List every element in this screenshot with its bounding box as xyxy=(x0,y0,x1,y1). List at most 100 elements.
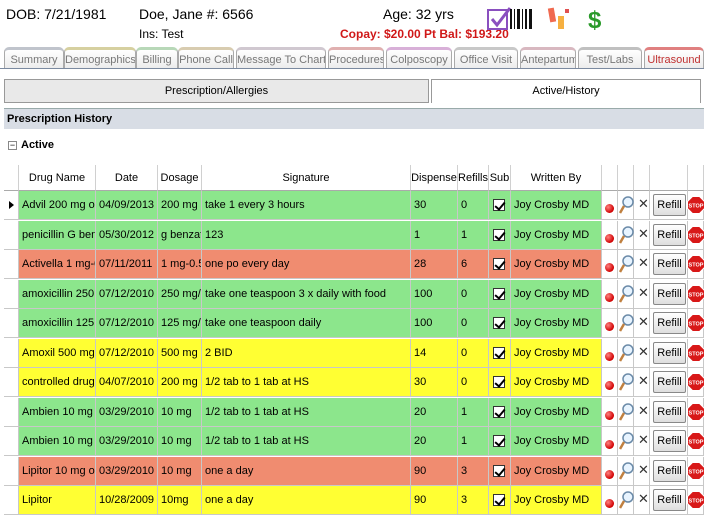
magnifier-icon[interactable] xyxy=(619,461,635,481)
table-row[interactable]: Ambien 10 mg or03/29/201010 mg1/2 tab to… xyxy=(4,427,704,456)
tab-antepartum[interactable]: Antepartum xyxy=(520,47,576,68)
substitution-checkbox[interactable] xyxy=(493,376,505,389)
column-header-signature[interactable]: Signature xyxy=(202,165,411,191)
tab-summary[interactable]: Summary xyxy=(4,47,64,68)
magnifier-icon[interactable] xyxy=(619,284,635,304)
table-row[interactable]: penicillin G benza05/30/2012g benzath123… xyxy=(4,220,704,250)
delete-x-icon[interactable]: ✕ xyxy=(638,461,649,479)
substitution-checkbox[interactable] xyxy=(493,287,505,300)
red-dot-icon[interactable] xyxy=(605,204,614,213)
column-header-written-by[interactable]: Written By xyxy=(511,165,602,191)
delete-x-icon[interactable]: ✕ xyxy=(638,372,649,390)
table-row[interactable]: amoxicillin 250 m07/12/2010250 mg/5take … xyxy=(4,279,704,309)
tab-procedures[interactable]: Procedures xyxy=(328,47,384,68)
delete-x-icon[interactable]: ✕ xyxy=(638,343,649,361)
row-selector[interactable] xyxy=(4,309,19,338)
table-row[interactable]: Lipitor 10 mg oral03/29/201010 mgone a d… xyxy=(4,456,704,486)
delete-x-icon[interactable]: ✕ xyxy=(638,284,649,302)
magnifier-icon[interactable] xyxy=(619,195,635,215)
substitution-checkbox[interactable] xyxy=(493,405,505,418)
tab-ultrasound[interactable]: Ultrasound xyxy=(644,47,704,68)
stop-sign-icon[interactable]: STOP xyxy=(687,255,704,273)
stop-sign-icon[interactable]: STOP xyxy=(687,284,704,303)
delete-x-icon[interactable]: ✕ xyxy=(638,225,649,243)
refill-button[interactable]: Refill xyxy=(653,341,686,364)
row-selector[interactable] xyxy=(4,220,19,250)
row-selector[interactable] xyxy=(4,368,19,397)
red-dot-icon[interactable] xyxy=(605,292,614,302)
row-selector[interactable] xyxy=(4,279,19,309)
table-row[interactable]: amoxicillin 125 m07/12/2010125 mg/5take … xyxy=(4,309,704,338)
magnifier-icon[interactable] xyxy=(619,343,635,363)
substitution-checkbox[interactable] xyxy=(493,258,505,271)
table-row[interactable]: Ambien 10 mg or03/29/201010 mg1/2 tab to… xyxy=(4,397,704,427)
table-row[interactable]: Activella 1 mg-0.507/11/20111 mg-0.5one … xyxy=(4,250,704,279)
magnifier-icon[interactable] xyxy=(619,490,635,510)
refill-button[interactable]: Refill xyxy=(653,253,686,275)
column-header-refills[interactable]: Refills xyxy=(458,165,489,191)
refill-button[interactable]: Refill xyxy=(653,194,686,216)
stop-sign-icon[interactable]: STOP xyxy=(687,402,704,421)
refill-button[interactable]: Refill xyxy=(653,430,686,452)
substitution-checkbox[interactable] xyxy=(493,464,505,477)
magnifier-icon[interactable] xyxy=(619,313,635,333)
magnifier-icon[interactable] xyxy=(619,254,635,274)
delete-x-icon[interactable]: ✕ xyxy=(638,313,649,331)
red-dot-icon[interactable] xyxy=(605,351,614,361)
stop-sign-icon[interactable]: STOP xyxy=(687,491,704,509)
active-group-header[interactable]: − Active xyxy=(4,134,704,156)
stop-sign-icon[interactable]: STOP xyxy=(687,314,704,332)
red-dot-icon[interactable] xyxy=(605,322,614,331)
row-selector[interactable] xyxy=(4,456,19,486)
stop-sign-icon[interactable]: STOP xyxy=(687,432,704,450)
substitution-checkbox[interactable] xyxy=(493,199,505,212)
delete-x-icon[interactable]: ✕ xyxy=(638,490,649,508)
delete-x-icon[interactable]: ✕ xyxy=(638,254,649,272)
column-header-sub[interactable]: Sub xyxy=(489,165,511,191)
row-selector[interactable] xyxy=(4,250,19,279)
refill-button[interactable]: Refill xyxy=(653,459,686,482)
stop-sign-icon[interactable]: STOP xyxy=(687,373,704,391)
delete-x-icon[interactable]: ✕ xyxy=(638,431,649,449)
stop-sign-icon[interactable]: STOP xyxy=(687,196,704,214)
tab-billing[interactable]: Billing xyxy=(136,47,178,68)
refill-button[interactable]: Refill xyxy=(653,312,686,334)
tab-message-to-chart[interactable]: Message To Chart xyxy=(236,47,326,68)
row-selector[interactable] xyxy=(4,338,19,368)
column-header-dispense[interactable]: Dispense xyxy=(411,165,458,191)
stop-sign-icon[interactable]: STOP xyxy=(687,225,704,244)
column-header-date[interactable]: Date xyxy=(96,165,158,191)
tab-office-visit[interactable]: Office Visit xyxy=(454,47,518,68)
magnifier-icon[interactable] xyxy=(619,402,635,422)
refill-button[interactable]: Refill xyxy=(653,400,686,423)
table-row[interactable]: controlled drug 04/07/2010 200 mg 1/2 tab t… xyxy=(4,368,704,397)
tab-test-labs[interactable]: Test/Labs xyxy=(578,47,642,68)
tab-prescription-allergies[interactable]: Prescription/Allergies xyxy=(4,79,429,103)
substitution-checkbox[interactable] xyxy=(493,317,505,330)
table-row[interactable]: Amoxil 500 mg or07/12/2010500 mg2 BID140… xyxy=(4,338,704,368)
table-row[interactable]: Advil 200 mg oral04/09/2013200 mgtake 1 … xyxy=(4,191,704,220)
red-dot-icon[interactable] xyxy=(605,499,614,508)
stop-sign-icon[interactable]: STOP xyxy=(687,461,704,480)
barcode-icon[interactable] xyxy=(508,6,534,32)
row-selector[interactable] xyxy=(4,486,19,515)
tab-demographics[interactable]: Demographics xyxy=(64,47,136,68)
red-dot-icon[interactable] xyxy=(605,381,614,390)
magnifier-icon[interactable] xyxy=(619,431,635,451)
red-dot-icon[interactable] xyxy=(605,440,614,449)
collapse-toggle-icon[interactable]: − xyxy=(8,140,17,150)
delete-x-icon[interactable]: ✕ xyxy=(638,402,649,420)
tab-colposcopy[interactable]: Colposcopy xyxy=(386,47,452,68)
red-dot-icon[interactable] xyxy=(605,469,614,479)
refill-button[interactable]: Refill xyxy=(653,282,686,305)
bandage-icon[interactable] xyxy=(546,6,572,32)
substitution-checkbox[interactable] xyxy=(493,494,505,507)
substitution-checkbox[interactable] xyxy=(493,228,505,241)
column-header-dosage[interactable]: Dosage xyxy=(158,165,202,191)
refill-button[interactable]: Refill xyxy=(653,223,686,246)
magnifier-icon[interactable] xyxy=(619,372,635,392)
column-header-drug-name[interactable]: Drug Name xyxy=(19,165,96,191)
tab-phone-call[interactable]: Phone Call xyxy=(178,47,234,68)
table-row[interactable]: Lipitor 10/28/2009 10mg one a day 90 3 Joy Cro… xyxy=(4,486,704,515)
billing-dollar-icon[interactable]: $ xyxy=(584,6,610,32)
